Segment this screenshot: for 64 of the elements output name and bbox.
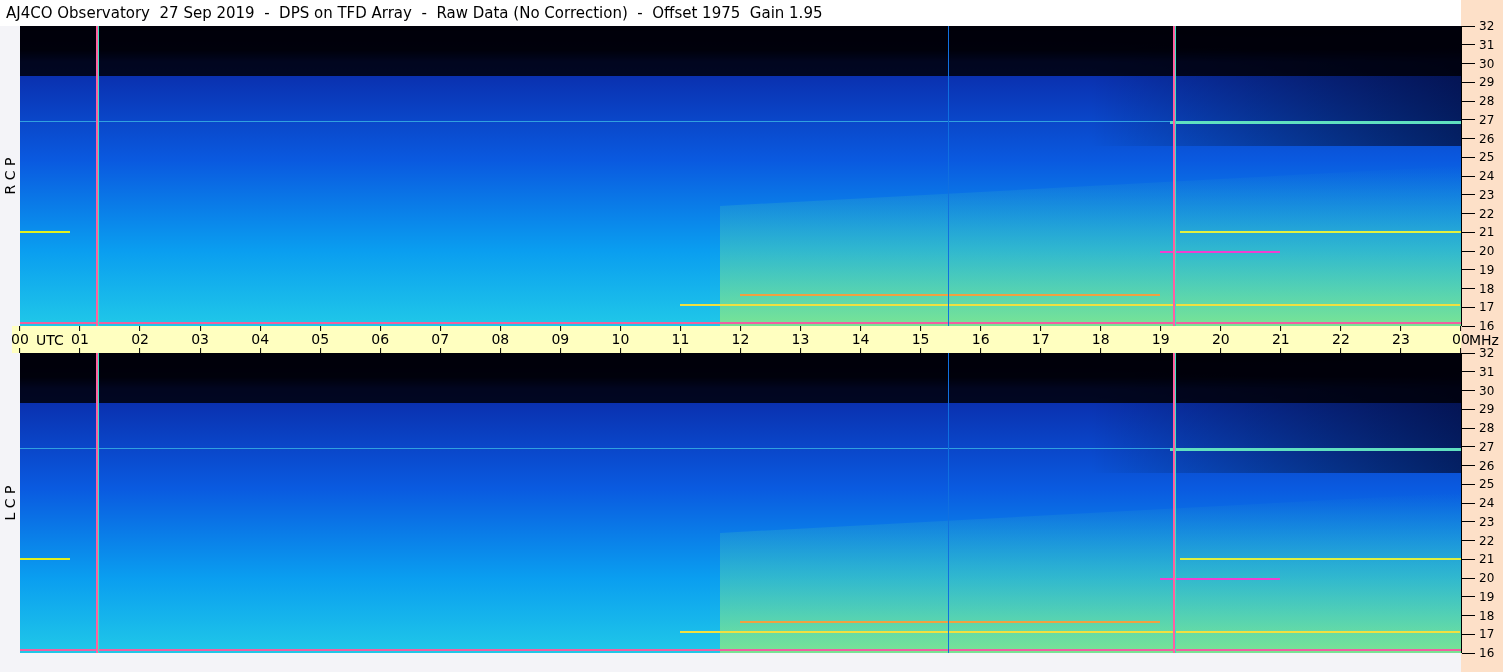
time-label: 05 bbox=[311, 332, 330, 347]
time-label: 08 bbox=[491, 332, 510, 347]
frequency-label: 28 bbox=[1479, 94, 1495, 108]
frequency-label: 32 bbox=[1479, 346, 1495, 360]
frequency-label: 17 bbox=[1479, 300, 1495, 315]
frequency-label: 31 bbox=[1479, 37, 1495, 52]
timezone-label: UTC bbox=[36, 331, 64, 348]
time-label: 09 bbox=[551, 332, 570, 347]
frequency-label: 32 bbox=[1479, 19, 1495, 33]
time-label: 02 bbox=[131, 332, 149, 347]
frequency-label: 29 bbox=[1479, 402, 1495, 417]
time-label: 21 bbox=[1271, 332, 1290, 347]
frequency-label: 17 bbox=[1479, 627, 1495, 642]
time-label: 04 bbox=[251, 332, 270, 347]
time-label: 00 bbox=[1452, 332, 1470, 347]
window-title: AJ4CO Observatory 27 Sep 2019 - DPS on TFD Array - Raw Data (No Correction) - Offset 1975 Gain 1.95 bbox=[6, 4, 823, 22]
time-label: 11 bbox=[671, 332, 690, 347]
frequency-label: 28 bbox=[1479, 421, 1495, 435]
frequency-label: 24 bbox=[1479, 169, 1495, 183]
frequency-label: 24 bbox=[1479, 496, 1495, 510]
time-label: 07 bbox=[431, 332, 450, 347]
frequency-label: 26 bbox=[1479, 458, 1495, 473]
frequency-label: 23 bbox=[1479, 187, 1495, 202]
frequency-label: 19 bbox=[1479, 589, 1495, 604]
frequency-label: 23 bbox=[1479, 514, 1495, 529]
time-label: 03 bbox=[191, 332, 210, 347]
time-label: 23 bbox=[1392, 332, 1410, 347]
frequency-label: 21 bbox=[1479, 225, 1495, 240]
frequency-label: 16 bbox=[1479, 646, 1495, 660]
frequency-label: 25 bbox=[1479, 150, 1495, 165]
polarization-label: R C P bbox=[2, 157, 18, 195]
frequency-label: 16 bbox=[1479, 319, 1495, 333]
frequency-label: 25 bbox=[1479, 477, 1495, 492]
frequency-label: 26 bbox=[1479, 131, 1495, 146]
time-label: 18 bbox=[1091, 332, 1110, 347]
frequency-label: 19 bbox=[1479, 262, 1495, 277]
time-label: 12 bbox=[731, 332, 750, 347]
frequency-label: 31 bbox=[1479, 364, 1495, 379]
frequency-label: 18 bbox=[1479, 281, 1495, 296]
time-label: 14 bbox=[851, 332, 870, 347]
frequency-label: 30 bbox=[1479, 383, 1495, 398]
time-label: 22 bbox=[1332, 332, 1350, 347]
time-label: 13 bbox=[791, 332, 810, 347]
time-label: 01 bbox=[71, 332, 89, 347]
frequency-label: 29 bbox=[1479, 75, 1495, 90]
unit-label: MHz bbox=[1469, 331, 1499, 348]
frequency-label: 18 bbox=[1479, 608, 1495, 623]
time-label: 16 bbox=[971, 332, 990, 347]
frequency-label: 27 bbox=[1479, 112, 1495, 127]
frequency-label: 22 bbox=[1479, 533, 1495, 548]
frequency-label: 22 bbox=[1479, 206, 1495, 221]
frequency-label: 27 bbox=[1479, 439, 1495, 454]
time-label: 00 bbox=[11, 332, 29, 347]
time-label: 19 bbox=[1151, 332, 1170, 347]
time-label: 15 bbox=[911, 332, 930, 347]
frequency-label: 30 bbox=[1479, 56, 1495, 71]
frequency-label: 20 bbox=[1479, 571, 1495, 585]
time-label: 20 bbox=[1211, 332, 1230, 347]
time-label: 17 bbox=[1031, 332, 1050, 347]
time-label: 06 bbox=[371, 332, 390, 347]
frequency-label: 20 bbox=[1479, 244, 1495, 258]
polarization-label: L C P bbox=[2, 485, 18, 521]
time-label: 10 bbox=[611, 332, 630, 347]
frequency-label: 21 bbox=[1479, 552, 1495, 567]
